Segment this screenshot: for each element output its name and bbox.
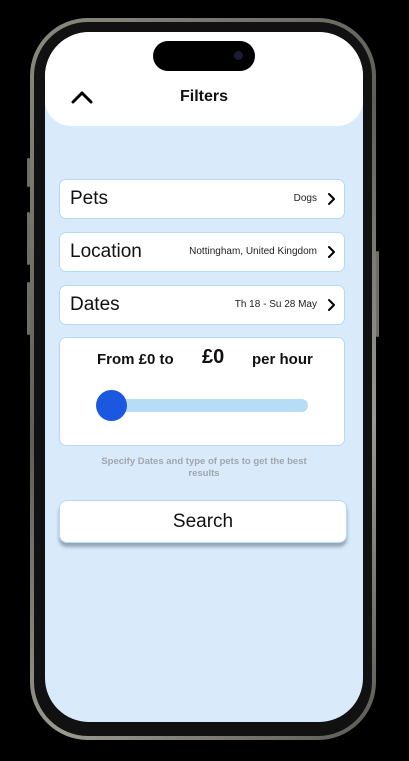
filter-row-dates[interactable]: Dates Th 18 - Su 28 May xyxy=(59,285,345,325)
phone-action-button xyxy=(27,158,30,187)
camera-icon xyxy=(234,51,243,60)
hint-text: Specify Dates and type of pets to get th… xyxy=(101,456,307,479)
phone-volume-down-button xyxy=(27,282,30,335)
filter-row-pets[interactable]: Pets Dogs xyxy=(59,179,345,219)
app-screen: Filters Pets Dogs Location Nottingham, U… xyxy=(45,32,363,722)
filter-dates-value: Th 18 - Su 28 May xyxy=(234,299,317,310)
filter-pets-value: Dogs xyxy=(293,193,317,204)
price-slider-thumb[interactable] xyxy=(96,390,127,421)
filter-dates-label: Dates xyxy=(70,294,120,315)
price-amount: £0 xyxy=(202,346,225,368)
page-title: Filters xyxy=(179,88,228,105)
filter-location-label: Location xyxy=(70,241,142,262)
price-filter-card: From £0 to £0 per hour xyxy=(59,337,345,446)
filter-location-value: Nottingham, United Kingdom xyxy=(189,246,317,257)
price-from-label: From £0 to xyxy=(97,351,174,368)
chevron-right-icon xyxy=(328,193,335,205)
dynamic-island xyxy=(153,41,255,71)
chevron-right-icon xyxy=(328,246,335,258)
filter-pets-label: Pets xyxy=(70,188,109,209)
phone-volume-up-button xyxy=(27,212,30,265)
price-unit-label: per hour xyxy=(252,351,313,368)
search-button[interactable]: Search xyxy=(59,500,347,543)
phone-power-button xyxy=(376,251,379,337)
filter-row-location[interactable]: Location Nottingham, United Kingdom xyxy=(59,232,345,272)
chevron-right-icon xyxy=(328,299,335,311)
price-slider-track[interactable] xyxy=(112,399,308,412)
